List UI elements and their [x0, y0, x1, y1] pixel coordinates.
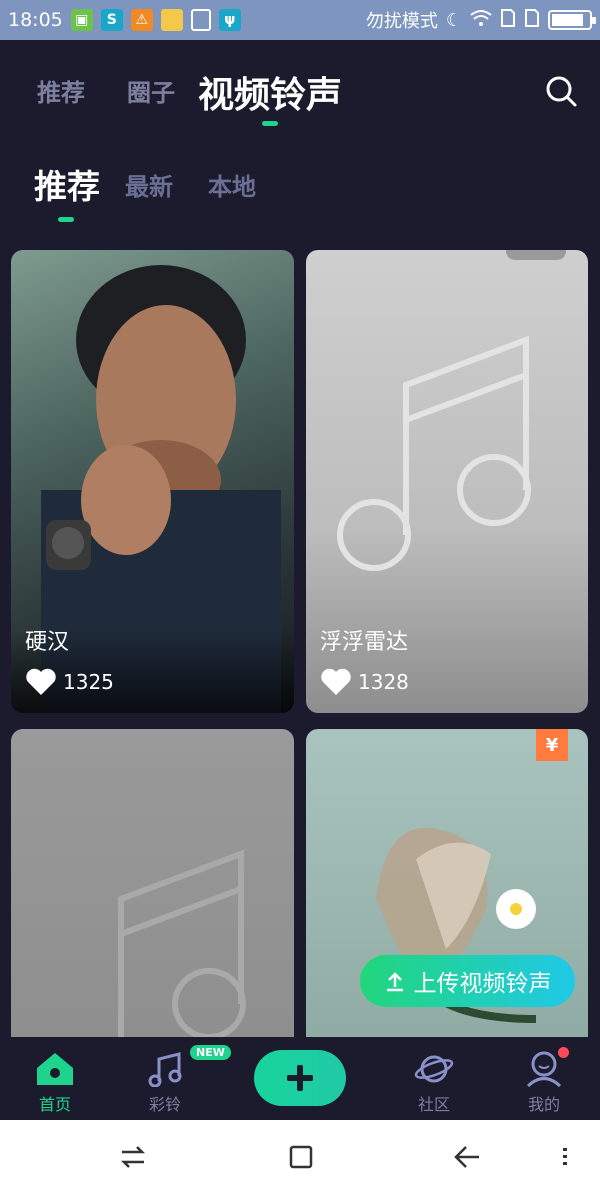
price-badge: ¥ — [536, 729, 568, 761]
nav-home[interactable]: 首页 — [5, 1037, 105, 1120]
nav-community-label: 社区 — [417, 1095, 450, 1114]
subtab-indicator — [58, 217, 74, 222]
bottom-nav: 首页 彩铃 NEW 社区 我的 — [0, 1037, 600, 1120]
tab-video-ringtone[interactable]: 视频铃声 — [198, 66, 342, 118]
video-card[interactable]: 浮浮雷达 1328 — [306, 250, 588, 713]
card-tag — [506, 250, 566, 260]
like-count: 1328 — [358, 670, 409, 694]
nav-mine[interactable]: 我的 — [494, 1037, 594, 1120]
nav-home-label: 首页 — [38, 1095, 71, 1114]
nav-ringtone-label: 彩铃 — [148, 1095, 181, 1114]
usb-icon: ψ — [218, 9, 241, 31]
subtab-local[interactable]: 本地 — [208, 167, 256, 202]
warning-icon: ⚠ — [130, 9, 153, 31]
system-nav-bar — [0, 1120, 600, 1200]
battery-icon — [548, 10, 596, 30]
dnd-label: 勿扰模式 — [365, 11, 438, 32]
brush-icon — [190, 9, 211, 31]
status-time: 18:05 — [8, 9, 63, 31]
moon-icon: ☾ — [445, 9, 462, 31]
back-icon[interactable] — [452, 1142, 482, 1172]
upload-label: 上传视频铃声 — [413, 971, 552, 997]
subtab-recommend[interactable]: 推荐 — [34, 160, 100, 208]
heart-icon[interactable] — [25, 668, 57, 696]
upload-icon — [386, 972, 403, 992]
more-icon[interactable] — [555, 1142, 575, 1172]
video-card[interactable]: 硬汉 1325 — [11, 250, 294, 713]
planet-icon — [414, 1055, 454, 1083]
top-tab-indicator — [262, 121, 278, 126]
video-card[interactable] — [11, 729, 294, 1049]
user-icon — [526, 1051, 562, 1087]
card-likes: 1325 — [25, 668, 114, 696]
card-title: 硬汉 — [25, 630, 70, 655]
notification-dot — [558, 1047, 569, 1058]
tab-circle[interactable]: 圈子 — [127, 73, 175, 108]
status-bar: 18:05 ▣ S ⚠ ψ 勿扰模式 ☾ — [0, 0, 600, 40]
top-tab-bar: 推荐 圈子 视频铃声 — [0, 40, 600, 140]
like-count: 1325 — [63, 670, 114, 694]
home-icon — [37, 1053, 73, 1085]
nav-community[interactable]: 社区 — [384, 1037, 484, 1120]
music-note-icon — [118, 849, 246, 1049]
app-s-icon: S — [100, 9, 123, 31]
tab-recommend[interactable]: 推荐 — [37, 73, 85, 108]
music-note-icon — [148, 1052, 182, 1087]
search-icon — [546, 76, 577, 107]
sim1-icon — [500, 8, 516, 33]
android-icon: ▣ — [70, 9, 93, 31]
sim2-icon — [524, 8, 540, 33]
search-button[interactable] — [544, 74, 578, 108]
wifi-icon — [470, 9, 492, 32]
heart-icon[interactable] — [320, 668, 352, 696]
music-note-icon — [337, 335, 531, 571]
plus-icon — [287, 1065, 313, 1091]
folder-icon — [160, 9, 183, 31]
subtab-latest[interactable]: 最新 — [125, 167, 173, 202]
nav-mine-label: 我的 — [527, 1095, 560, 1114]
create-button[interactable] — [254, 1050, 346, 1106]
upload-video-ringtone-button[interactable]: 上传视频铃声 — [360, 955, 575, 1007]
card-title: 浮浮雷达 — [320, 630, 409, 655]
new-badge: NEW — [190, 1045, 231, 1060]
recent-apps-icon[interactable] — [286, 1142, 316, 1172]
switch-icon[interactable] — [118, 1142, 148, 1172]
card-likes: 1328 — [320, 668, 409, 696]
